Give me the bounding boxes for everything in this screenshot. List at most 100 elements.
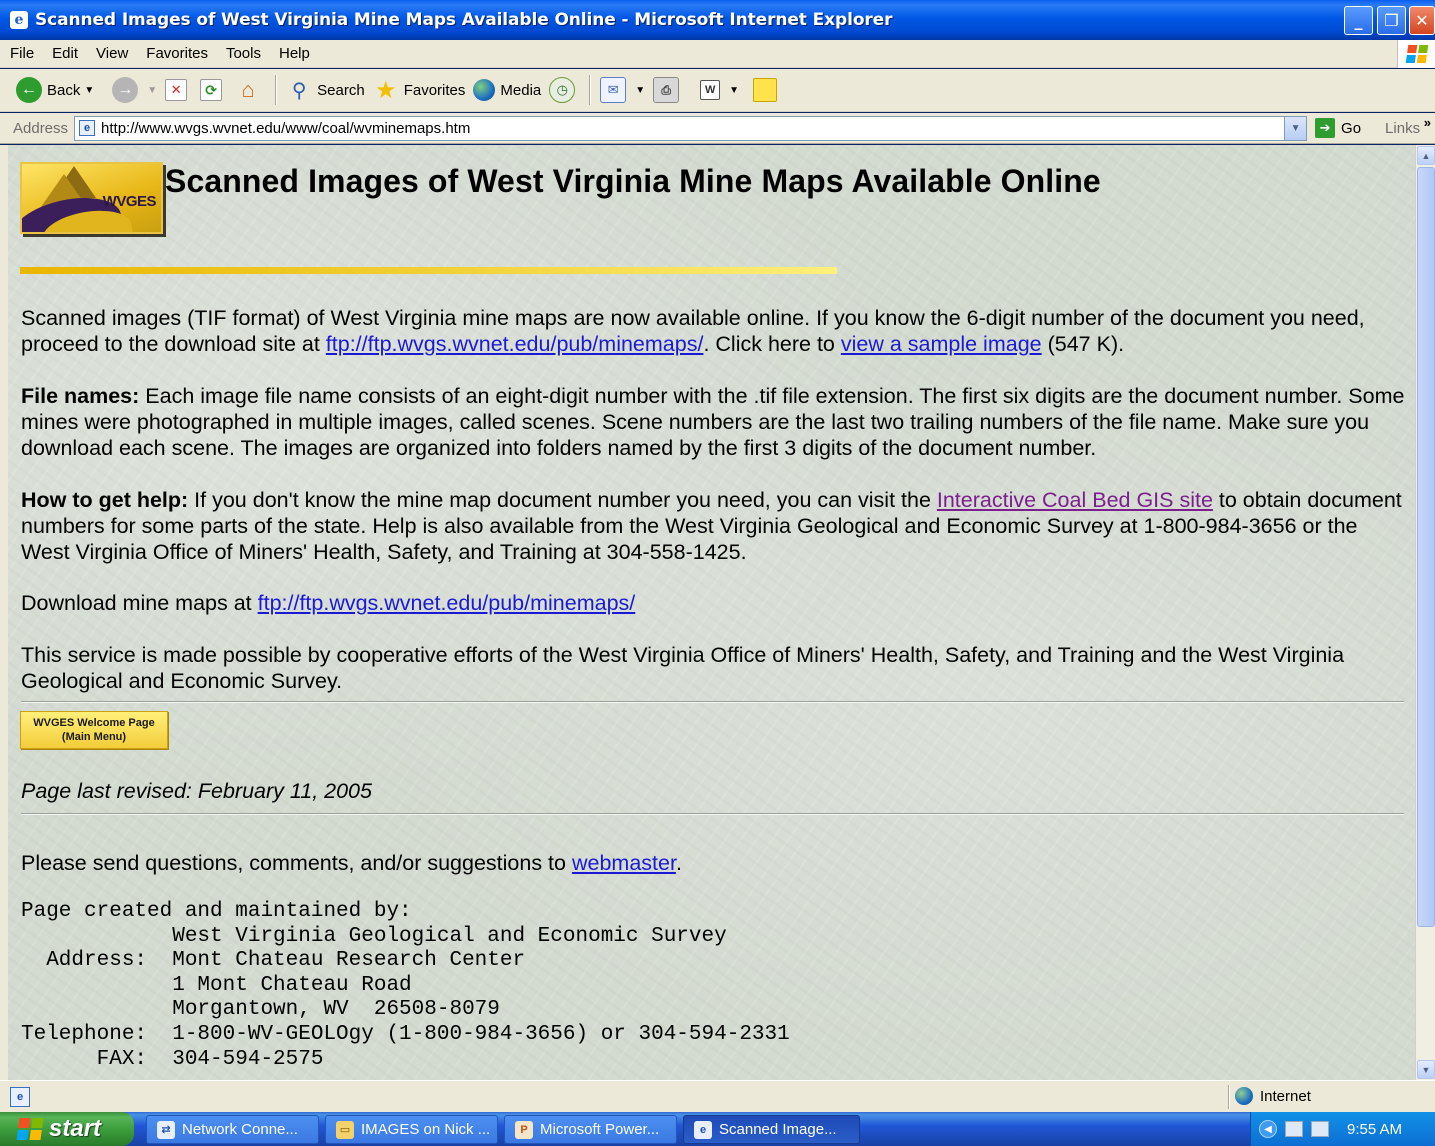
maximize-button[interactable]: ❐ xyxy=(1377,6,1406,35)
mail-button[interactable]: ✉ ▼ xyxy=(596,72,649,108)
stop-button[interactable]: ✕ xyxy=(161,72,196,108)
page-status-icon: e xyxy=(10,1086,30,1107)
favorites-button[interactable]: ★ Favorites xyxy=(369,72,470,108)
help-label: How to get help: xyxy=(21,488,189,512)
horizontal-rule xyxy=(21,813,1404,815)
minimize-button[interactable]: _ xyxy=(1344,6,1373,35)
page-title: Scanned Images of West Virginia Mine Map… xyxy=(165,163,1101,199)
media-button[interactable]: Media xyxy=(469,72,545,108)
coal-bed-gis-link[interactable]: Interactive Coal Bed GIS site xyxy=(937,488,1213,512)
download-text: Download mine maps at xyxy=(21,591,258,615)
task-label: Network Conne... xyxy=(182,1121,298,1138)
task-internet-explorer[interactable]: e Scanned Image... xyxy=(683,1115,860,1144)
chevron-down-icon[interactable]: ▼ xyxy=(147,85,157,96)
powerpoint-icon: P xyxy=(515,1120,533,1139)
search-icon: ⚲ xyxy=(291,79,307,102)
taskbar: start ⇄ Network Conne... ▭ IMAGES on Nic… xyxy=(0,1112,1435,1146)
forward-arrow-icon: → xyxy=(112,77,139,103)
menu-edit[interactable]: Edit xyxy=(42,45,86,62)
windows-flag-icon xyxy=(16,1118,44,1140)
task-powerpoint[interactable]: P Microsoft Power... xyxy=(504,1115,677,1144)
monitor-tray-icon[interactable] xyxy=(1311,1121,1329,1137)
horizontal-rule xyxy=(21,701,1404,703)
window-frame-left xyxy=(0,145,8,1080)
edit-button[interactable]: W ▼ xyxy=(696,72,743,108)
back-arrow-icon: ← xyxy=(16,77,42,103)
history-button[interactable]: ◷ xyxy=(545,72,584,108)
close-button[interactable]: ✕ xyxy=(1409,6,1435,35)
scroll-up-icon[interactable]: ▲ xyxy=(1417,146,1435,165)
chevron-right-icon[interactable]: » xyxy=(1424,115,1431,130)
printer-icon: ⎙ xyxy=(653,77,680,103)
history-icon: ◷ xyxy=(549,77,576,103)
web-page-content: WVGES Scanned Images of West Virginia Mi… xyxy=(8,145,1415,1080)
task-images-folder[interactable]: ▭ IMAGES on Nick ... xyxy=(325,1115,498,1144)
toolbar-separator xyxy=(589,75,592,105)
back-button[interactable]: ← Back ▼ xyxy=(12,72,98,108)
menu-favorites[interactable]: Favorites xyxy=(136,45,216,62)
messenger-button[interactable] xyxy=(749,72,786,108)
home-button[interactable]: ⌂ xyxy=(231,72,270,108)
forward-button[interactable]: → ▼ xyxy=(108,72,161,108)
menu-tools[interactable]: Tools xyxy=(216,45,269,62)
show-hidden-icons-icon[interactable]: ◀ xyxy=(1259,1120,1277,1138)
security-zone: Internet xyxy=(1235,1087,1311,1105)
toolbar-separator xyxy=(275,75,278,105)
back-label: Back xyxy=(47,81,81,99)
task-network-connections[interactable]: ⇄ Network Conne... xyxy=(146,1115,319,1144)
welcome-button-line1: WVGES Welcome Page xyxy=(33,717,155,729)
vertical-scrollbar[interactable]: ▲ ▼ xyxy=(1415,145,1435,1080)
start-button[interactable]: start xyxy=(0,1112,134,1146)
menu-bar: File Edit View Favorites Tools Help xyxy=(0,40,1435,68)
download-ftp-link[interactable]: ftp://ftp.wvgs.wvnet.edu/pub/minemaps/ xyxy=(258,591,636,615)
chevron-down-icon[interactable]: ▼ xyxy=(635,85,645,96)
menu-help[interactable]: Help xyxy=(269,45,318,62)
network-tray-icon[interactable] xyxy=(1285,1121,1303,1137)
search-label: Search xyxy=(317,81,365,99)
go-button[interactable]: ➔ Go xyxy=(1315,118,1361,138)
go-label: Go xyxy=(1341,119,1362,137)
title-bar[interactable]: e Scanned Images of West Virginia Mine M… xyxy=(0,0,1435,40)
stop-icon: ✕ xyxy=(165,79,188,101)
windows-logo-icon xyxy=(1397,40,1435,68)
menu-file[interactable]: File xyxy=(0,45,42,62)
menu-view[interactable]: View xyxy=(86,45,136,62)
welcome-page-button[interactable]: WVGES Welcome Page (Main Menu) xyxy=(20,711,168,749)
links-button[interactable]: Links xyxy=(1385,120,1420,137)
download-paragraph: Download mine maps at ftp://ftp.wvgs.wvn… xyxy=(21,590,1411,616)
scroll-thumb[interactable] xyxy=(1417,167,1435,927)
favorites-label: Favorites xyxy=(403,81,466,99)
go-arrow-icon: ➔ xyxy=(1315,118,1336,138)
clock: 9:55 AM xyxy=(1347,1120,1403,1138)
search-button[interactable]: ⚲ Search xyxy=(282,72,369,108)
scroll-down-icon[interactable]: ▼ xyxy=(1417,1060,1435,1079)
address-input[interactable]: e http://www.wvgs.wvnet.edu/www/coal/wvm… xyxy=(74,115,1308,141)
file-names-label: File names: xyxy=(21,384,140,408)
address-label: Address xyxy=(13,119,69,137)
task-label: IMAGES on Nick ... xyxy=(361,1121,491,1138)
word-icon: W xyxy=(700,80,721,100)
chevron-down-icon[interactable]: ▼ xyxy=(729,85,739,96)
print-button[interactable]: ⎙ xyxy=(649,72,688,108)
internet-globe-icon xyxy=(1235,1087,1253,1105)
wvges-logo[interactable]: WVGES xyxy=(20,162,163,234)
webmaster-link[interactable]: webmaster xyxy=(572,851,676,875)
task-label: Scanned Image... xyxy=(719,1121,837,1138)
ie-icon: e xyxy=(694,1120,712,1139)
help-paragraph: How to get help: If you don't know the m… xyxy=(21,487,1411,565)
address-bar: Address e http://www.wvgs.wvnet.edu/www/… xyxy=(0,113,1435,144)
address-dropdown-icon[interactable]: ▼ xyxy=(1284,116,1307,140)
service-paragraph: This service is made possible by coopera… xyxy=(21,643,1345,693)
refresh-button[interactable]: ⟳ xyxy=(196,72,231,108)
ftp-link[interactable]: ftp://ftp.wvgs.wvnet.edu/pub/minemaps/ xyxy=(326,332,704,356)
status-separator xyxy=(1228,1085,1230,1109)
start-label: start xyxy=(49,1115,102,1142)
ie-icon: e xyxy=(10,11,28,29)
page-icon: e xyxy=(79,120,96,136)
intro-paragraph: Scanned images (TIF format) of West Virg… xyxy=(21,305,1411,357)
zone-label: Internet xyxy=(1260,1087,1311,1105)
intro-text: (547 K). xyxy=(1041,332,1125,356)
sample-image-link[interactable]: view a sample image xyxy=(841,332,1042,356)
address-url[interactable]: http://www.wvgs.wvnet.edu/www/coal/wvmin… xyxy=(101,120,470,137)
chevron-down-icon[interactable]: ▼ xyxy=(84,85,94,96)
